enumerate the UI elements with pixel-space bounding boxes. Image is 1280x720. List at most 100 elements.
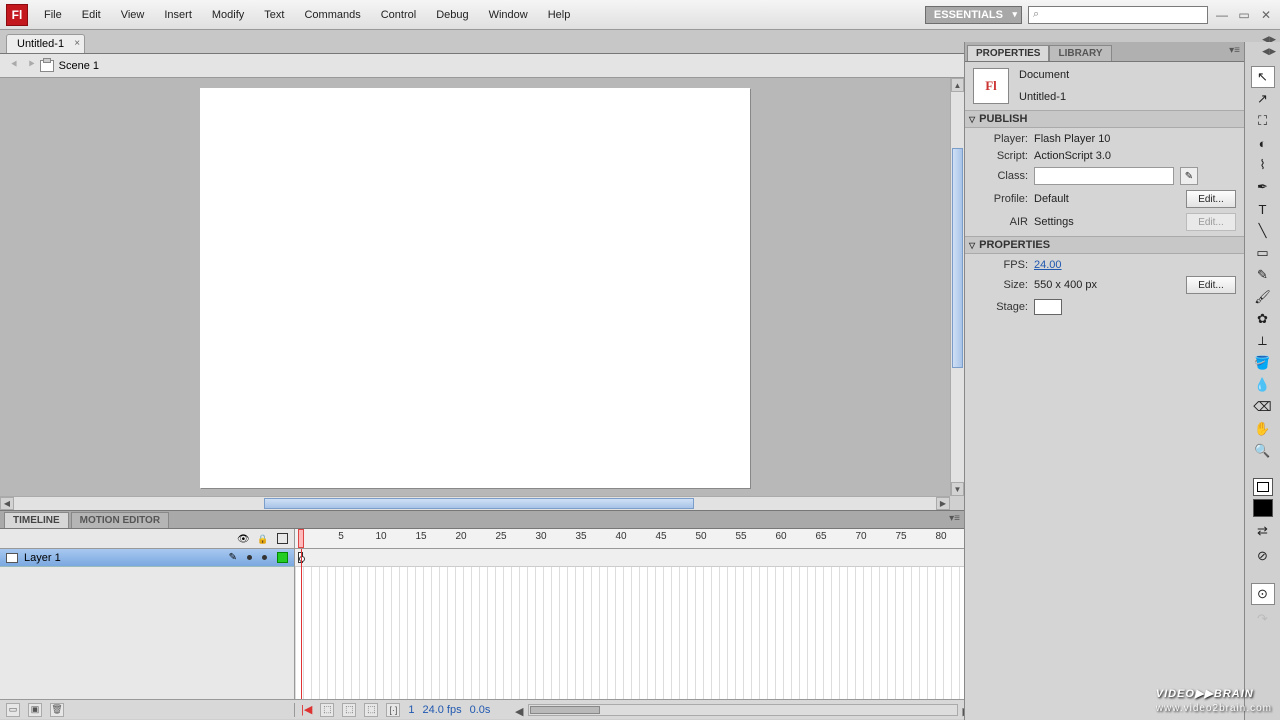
section-publish[interactable]: ▽ PUBLISH xyxy=(965,110,1244,128)
menu-window[interactable]: Window xyxy=(479,3,538,27)
visibility-icon[interactable] xyxy=(237,533,249,545)
scroll-left-icon[interactable]: ◀ xyxy=(515,705,523,718)
new-layer-button[interactable]: ▭ xyxy=(6,703,20,717)
ruler-number: 80 xyxy=(935,531,946,542)
lock-dot[interactable] xyxy=(262,555,267,560)
scroll-up-icon[interactable]: ▲ xyxy=(951,78,964,92)
edit-multiple-button[interactable]: ⬚ xyxy=(364,703,378,717)
close-button[interactable]: ✕ xyxy=(1258,8,1274,22)
edit-class-button[interactable]: ✎ xyxy=(1180,167,1198,185)
modify-markers-button[interactable]: [·] xyxy=(386,703,400,717)
layer-name: Layer 1 xyxy=(24,552,61,564)
subselection-tool[interactable]: ↗ xyxy=(1251,88,1275,110)
watermark: VIDEO▶▶BRAIN www.video2brain.com xyxy=(1156,680,1272,714)
line-tool[interactable]: ╲ xyxy=(1251,220,1275,242)
horizontal-scrollbar[interactable]: ◀ ▶ xyxy=(0,496,950,510)
swap-colors-icon[interactable]: ⇄ xyxy=(1251,520,1275,542)
scroll-thumb[interactable] xyxy=(530,706,600,714)
close-icon[interactable]: × xyxy=(74,38,80,49)
scroll-down-icon[interactable]: ▼ xyxy=(951,482,964,496)
edit-size-button[interactable]: Edit... xyxy=(1186,276,1236,294)
lasso-tool[interactable]: ⌇ xyxy=(1251,154,1275,176)
maximize-button[interactable]: ▭ xyxy=(1236,8,1252,22)
outline-color-swatch[interactable] xyxy=(277,552,288,563)
selection-tool[interactable]: ↖ xyxy=(1251,66,1275,88)
frame-ruler[interactable]: 5101520253035404550556065707580 xyxy=(295,529,964,548)
onion-skin-button[interactable]: ⬚ xyxy=(320,703,334,717)
rectangle-tool[interactable]: ▭ xyxy=(1251,242,1275,264)
menu-edit[interactable]: Edit xyxy=(72,3,111,27)
new-folder-button[interactable]: ▣ xyxy=(28,703,42,717)
free-transform-tool[interactable]: ⛶ xyxy=(1251,110,1275,132)
text-tool[interactable]: T xyxy=(1251,198,1275,220)
fill-color-swatch[interactable] xyxy=(1253,499,1273,517)
stroke-color-swatch[interactable] xyxy=(1253,478,1273,496)
properties-panel: PROPERTIES LIBRARY ▾≡ Fl Document Untitl… xyxy=(964,42,1244,720)
menu-help[interactable]: Help xyxy=(538,3,581,27)
stage-color-swatch[interactable] xyxy=(1034,299,1062,315)
class-input[interactable] xyxy=(1034,167,1174,185)
menu-text[interactable]: Text xyxy=(254,3,294,27)
delete-layer-button[interactable]: 🗑 xyxy=(50,703,64,717)
layer-row[interactable]: Layer 1 ✎ xyxy=(0,549,294,567)
scroll-left-icon[interactable]: ◀ xyxy=(0,497,14,510)
size-value: 550 x 400 px xyxy=(1034,279,1097,291)
scroll-right-icon[interactable]: ▶ xyxy=(936,497,950,510)
workspace-switcher[interactable]: ESSENTIALS xyxy=(925,6,1022,24)
ruler-number: 55 xyxy=(735,531,746,542)
menu-insert[interactable]: Insert xyxy=(154,3,202,27)
panel-menu-icon[interactable]: ▾≡ xyxy=(1229,45,1240,56)
ruler-number: 50 xyxy=(695,531,706,542)
playhead[interactable] xyxy=(298,529,304,548)
vertical-scrollbar[interactable]: ▲ ▼ xyxy=(950,78,964,496)
menu-control[interactable]: Control xyxy=(371,3,426,27)
menu-view[interactable]: View xyxy=(111,3,155,27)
scroll-thumb[interactable] xyxy=(952,148,963,368)
tab-library[interactable]: LIBRARY xyxy=(1049,45,1111,61)
document-tab-label: Untitled-1 xyxy=(17,38,64,50)
menu-commands[interactable]: Commands xyxy=(294,3,370,27)
scroll-thumb[interactable] xyxy=(264,498,694,509)
frames-area[interactable] xyxy=(295,549,964,699)
timeline-hscroll[interactable]: ◀ ▶ xyxy=(528,704,958,716)
section-properties[interactable]: ▽ PROPERTIES xyxy=(965,236,1244,254)
bone-tool[interactable]: ⟂ xyxy=(1251,330,1275,352)
menu-modify[interactable]: Modify xyxy=(202,3,254,27)
scroll-corner xyxy=(950,496,964,510)
visibility-dot[interactable] xyxy=(247,555,252,560)
panel-menu-icon[interactable]: ▾≡ xyxy=(949,513,960,524)
eyedropper-tool[interactable]: 💧 xyxy=(1251,374,1275,396)
document-tab[interactable]: Untitled-1 × xyxy=(6,34,85,53)
lock-icon[interactable] xyxy=(257,533,269,545)
air-value: Settings xyxy=(1034,216,1074,228)
zoom-tool[interactable]: 🔍 xyxy=(1251,440,1275,462)
menu-debug[interactable]: Debug xyxy=(426,3,478,27)
tab-timeline[interactable]: TIMELINE xyxy=(4,512,69,528)
no-color-icon[interactable]: ⊘ xyxy=(1251,545,1275,567)
collapse-icon[interactable]: ◀▶ xyxy=(1262,46,1276,57)
outline-icon[interactable] xyxy=(277,533,288,544)
menu-file[interactable]: File xyxy=(34,3,72,27)
tab-properties[interactable]: PROPERTIES xyxy=(967,45,1049,61)
tab-motion-editor[interactable]: MOTION EDITOR xyxy=(71,512,169,528)
edit-profile-button[interactable]: Edit... xyxy=(1186,190,1236,208)
brush-tool[interactable]: 🖌 xyxy=(1251,286,1275,308)
eraser-tool[interactable]: ⌫ xyxy=(1251,396,1275,418)
search-input[interactable] xyxy=(1028,6,1208,24)
paint-bucket-tool[interactable]: 🪣 xyxy=(1251,352,1275,374)
ruler-number: 25 xyxy=(495,531,506,542)
hand-tool[interactable]: ✋ xyxy=(1251,418,1275,440)
stage-canvas[interactable] xyxy=(200,88,750,488)
deco-tool[interactable]: ✿ xyxy=(1251,308,1275,330)
3d-rotate-tool[interactable]: ◐ xyxy=(1251,132,1275,154)
tool-option-icon[interactable]: ↷ xyxy=(1251,608,1275,630)
layer-icon xyxy=(6,553,18,563)
onion-outlines-button[interactable]: ⬚ xyxy=(342,703,356,717)
snap-option-icon[interactable]: ⊙ xyxy=(1251,583,1275,605)
ruler-number: 45 xyxy=(655,531,666,542)
fps-value[interactable]: 24.00 xyxy=(1034,259,1062,271)
pencil-tool[interactable]: ✎ xyxy=(1251,264,1275,286)
nav-fwd-icon: ⯈ xyxy=(27,59,36,72)
minimize-button[interactable]: ― xyxy=(1214,8,1230,22)
pen-tool[interactable]: ✒ xyxy=(1251,176,1275,198)
